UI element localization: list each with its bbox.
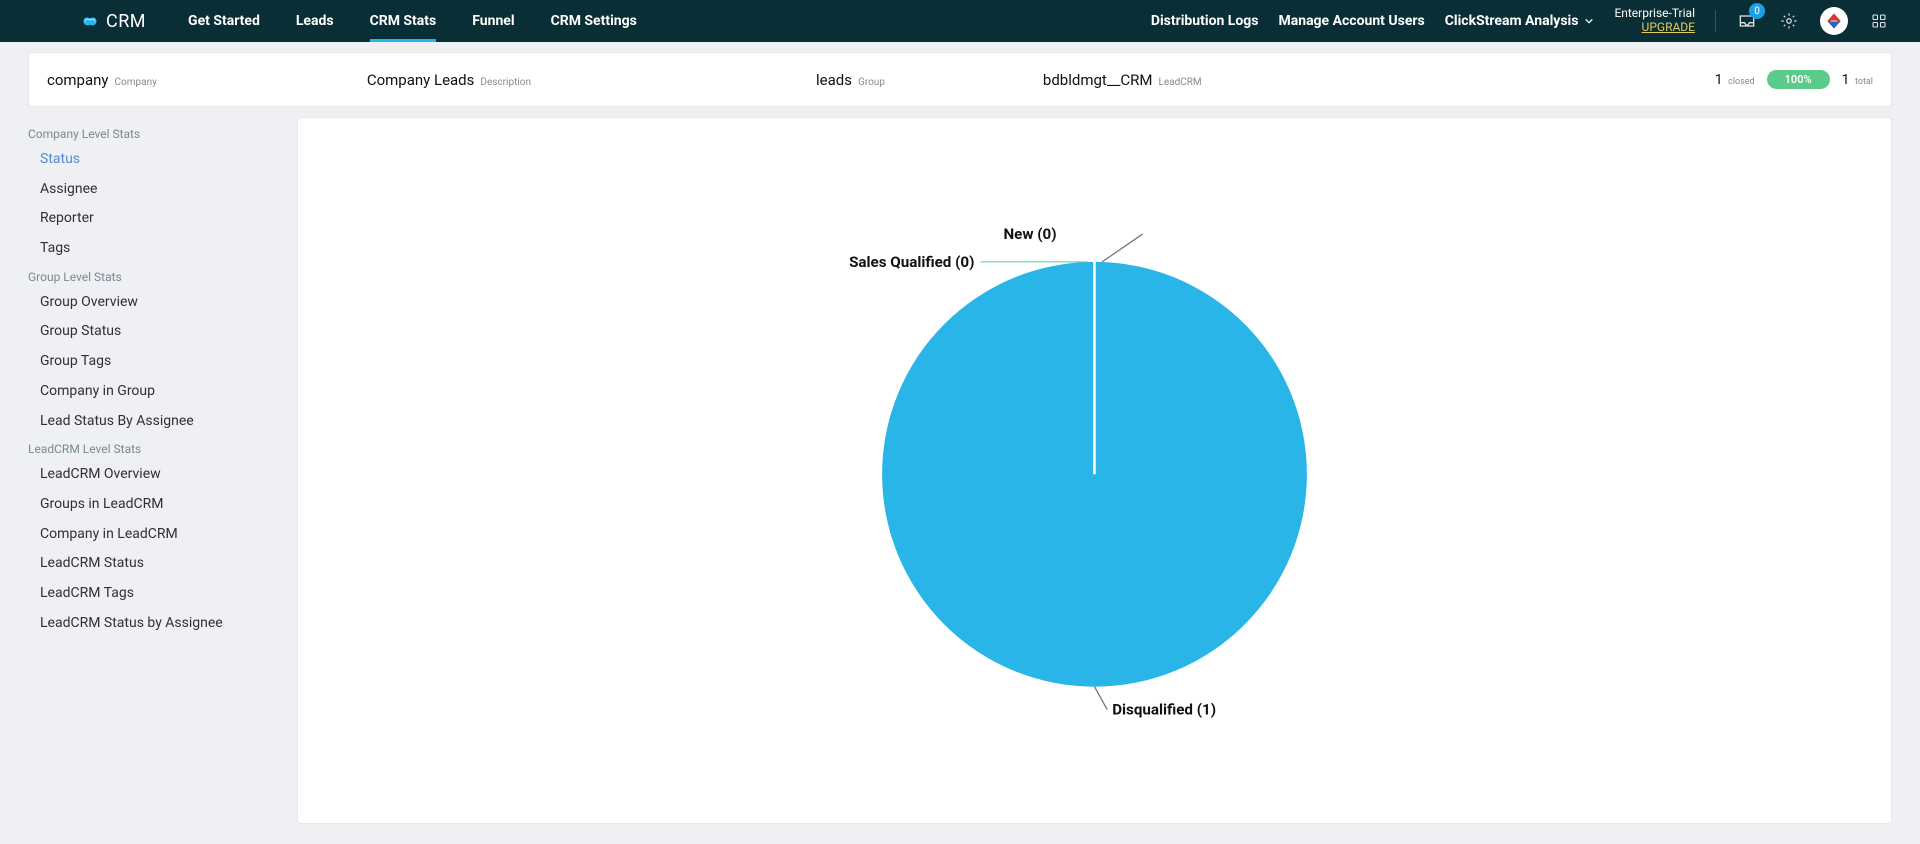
sidebar-item-group-tags[interactable]: Group Tags [28, 347, 283, 377]
nav-separator [1715, 10, 1716, 32]
sidebar-item-label: LeadCRM Status by Assignee [40, 615, 223, 631]
link-clickstream[interactable]: ClickStream Analysis [1445, 13, 1595, 29]
sidebar-item-label: Assignee [40, 181, 97, 197]
tab-label: Funnel [472, 13, 514, 29]
info-crm: bdbldmgt__CRM LeadCRM [1043, 71, 1202, 89]
sidebar-item-lead-status-by-assignee[interactable]: Lead Status By Assignee [28, 407, 283, 437]
sidebar: Company Level Stats Status Assignee Repo… [28, 117, 283, 824]
tab-label: CRM Stats [370, 13, 437, 29]
closed-count-label: closed [1728, 77, 1755, 87]
info-crm-value: bdbldmgt__CRM [1043, 71, 1153, 89]
sidebar-item-leadcrm-status-by-assignee[interactable]: LeadCRM Status by Assignee [28, 609, 283, 639]
info-company: company Company [47, 71, 157, 89]
total-count-label: total [1855, 77, 1873, 87]
upgrade-block: Enterprise-Trial UPGRADE [1614, 7, 1695, 35]
sidebar-section-company: Company Level Stats [28, 121, 283, 145]
sidebar-item-label: Status [40, 151, 80, 167]
pie-label-sales-qualified: Sales Qualified (0) [849, 253, 974, 271]
sidebar-section-leadcrm: LeadCRM Level Stats [28, 436, 283, 460]
info-description-label: Description [480, 77, 531, 88]
avatar[interactable] [1820, 7, 1848, 35]
sidebar-item-label: LeadCRM Tags [40, 585, 134, 601]
sidebar-item-label: Group Tags [40, 353, 111, 369]
tab-get-started[interactable]: Get Started [170, 0, 278, 42]
link-distribution-logs[interactable]: Distribution Logs [1151, 13, 1259, 29]
sidebar-section-group: Group Level Stats [28, 264, 283, 288]
pie-label-new: New (0) [1003, 225, 1056, 243]
closed-count: 1 closed [1715, 72, 1755, 88]
info-bar: company Company Company Leads Descriptio… [28, 52, 1892, 107]
total-count: 1 total [1842, 72, 1873, 88]
tab-crm-settings[interactable]: CRM Settings [533, 0, 655, 42]
tab-crm-stats[interactable]: CRM Stats [352, 0, 455, 42]
sidebar-item-label: Group Status [40, 323, 121, 339]
sidebar-item-tags[interactable]: Tags [28, 234, 283, 264]
info-company-label: Company [115, 77, 157, 88]
leader-new [1102, 234, 1142, 262]
sidebar-item-company-in-leadcrm[interactable]: Company in LeadCRM [28, 520, 283, 550]
sidebar-item-group-status[interactable]: Group Status [28, 317, 283, 347]
pie-label-disqualified: Disqualified (1) [1112, 701, 1216, 719]
sidebar-item-label: Company in LeadCRM [40, 526, 178, 542]
leader-disqualified [1095, 687, 1108, 710]
tab-label: Leads [296, 13, 334, 29]
nav-tabs: Get Started Leads CRM Stats Funnel CRM S… [170, 0, 655, 42]
link-manage-users[interactable]: Manage Account Users [1278, 13, 1424, 29]
total-count-num: 1 [1842, 72, 1850, 88]
inbox-icon[interactable]: 0 [1736, 10, 1758, 32]
tab-leads[interactable]: Leads [278, 0, 352, 42]
info-group: leads Group [816, 71, 885, 89]
main-panel: New (0) Sales Qualified (0) Disqualified… [297, 117, 1892, 824]
top-nav: CRM Get Started Leads CRM Stats Funnel C… [0, 0, 1920, 42]
nav-link-label: Manage Account Users [1278, 13, 1424, 29]
sidebar-item-label: LeadCRM Overview [40, 466, 161, 482]
sidebar-item-label: Reporter [40, 210, 94, 226]
sidebar-item-leadcrm-status[interactable]: LeadCRM Status [28, 549, 283, 579]
info-group-value: leads [816, 71, 852, 89]
sidebar-item-status[interactable]: Status [28, 145, 283, 175]
sidebar-item-groups-in-leadcrm[interactable]: Groups in LeadCRM [28, 490, 283, 520]
sidebar-item-label: Lead Status By Assignee [40, 413, 194, 429]
pie-overlay: New (0) Sales Qualified (0) Disqualified… [298, 118, 1891, 823]
nav-link-label: Distribution Logs [1151, 13, 1259, 29]
nav-right: Distribution Logs Manage Account Users C… [1151, 7, 1890, 35]
sidebar-item-label: Groups in LeadCRM [40, 496, 163, 512]
info-description-value: Company Leads [367, 71, 475, 89]
info-group-label: Group [858, 77, 885, 88]
sidebar-item-assignee[interactable]: Assignee [28, 175, 283, 205]
nav-link-label: ClickStream Analysis [1445, 13, 1579, 29]
sidebar-item-group-overview[interactable]: Group Overview [28, 288, 283, 318]
info-company-value: company [47, 71, 109, 89]
tier-label: Enterprise-Trial [1614, 7, 1695, 21]
closed-count-num: 1 [1715, 72, 1723, 88]
chevron-down-icon [1584, 16, 1594, 26]
sidebar-item-leadcrm-tags[interactable]: LeadCRM Tags [28, 579, 283, 609]
apps-icon[interactable] [1868, 10, 1890, 32]
brand-text: CRM [106, 11, 146, 32]
content: Company Level Stats Status Assignee Repo… [0, 107, 1920, 844]
sidebar-item-label: Group Overview [40, 294, 138, 310]
sidebar-item-company-in-group[interactable]: Company in Group [28, 377, 283, 407]
brand[interactable]: CRM [80, 11, 146, 32]
info-crm-label: LeadCRM [1158, 77, 1201, 88]
brain-icon [80, 15, 100, 28]
tab-label: CRM Settings [551, 13, 637, 29]
sidebar-item-label: LeadCRM Status [40, 555, 144, 571]
notification-badge: 0 [1749, 3, 1765, 19]
tab-label: Get Started [188, 13, 260, 29]
info-description: Company Leads Description [367, 71, 531, 89]
stats-cluster: 1 closed 100% 1 total [1715, 70, 1873, 89]
sidebar-item-leadcrm-overview[interactable]: LeadCRM Overview [28, 460, 283, 490]
sidebar-item-reporter[interactable]: Reporter [28, 204, 283, 234]
gear-icon[interactable] [1778, 10, 1800, 32]
sidebar-item-label: Company in Group [40, 383, 155, 399]
progress-pill: 100% [1767, 70, 1830, 89]
tab-funnel[interactable]: Funnel [454, 0, 532, 42]
sidebar-item-label: Tags [40, 240, 70, 256]
upgrade-link[interactable]: UPGRADE [1614, 21, 1695, 35]
nav-left: CRM Get Started Leads CRM Stats Funnel C… [80, 0, 655, 42]
